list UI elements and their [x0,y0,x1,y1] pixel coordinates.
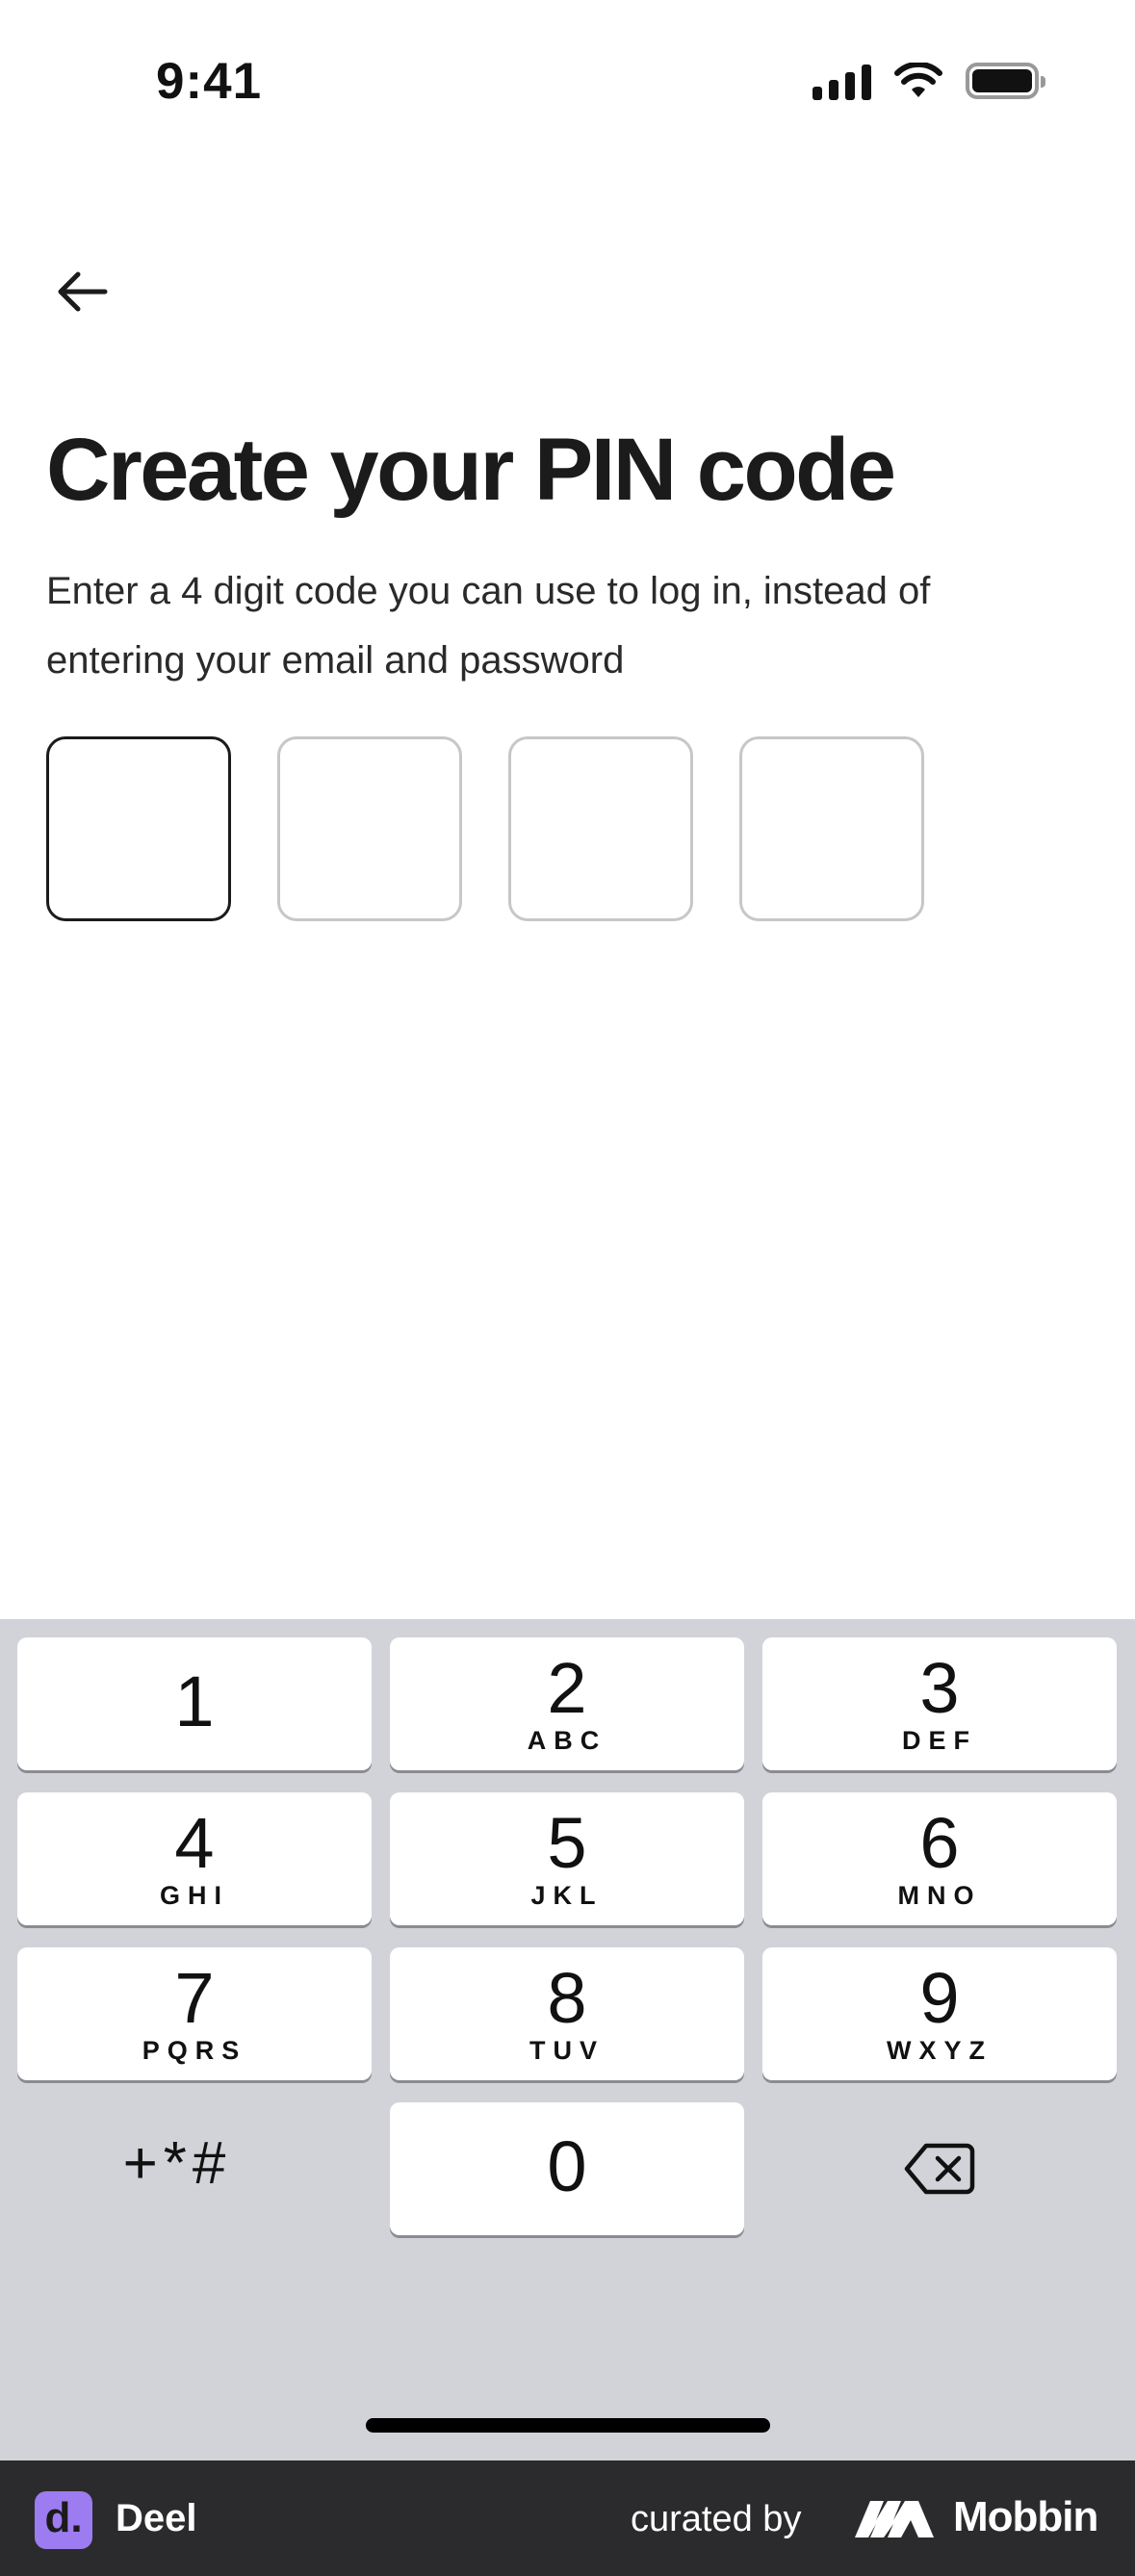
key-letters: MNO [897,1881,982,1910]
key-digit: 5 [547,1803,587,1883]
numeric-keypad: 1 2 ABC 3 DEF 4 GHI 5 JKL 6 MNO 7 PQRS 8… [0,1619,1135,2460]
key-digit: 1 [174,1662,215,1741]
wifi-icon [894,63,942,97]
key-1[interactable]: 1 [17,1637,372,1770]
key-symbols[interactable]: +*# [0,2102,354,2235]
pin-digit-1[interactable] [46,736,231,921]
key-5[interactable]: 5 JKL [390,1792,744,1925]
pin-digit-2[interactable] [277,736,462,921]
key-letters: PQRS [142,2036,247,2065]
key-letters: GHI [159,1881,229,1910]
key-8[interactable]: 8 TUV [390,1947,744,2080]
curated-by-label: curated by [631,2499,802,2539]
footer-bar: d. Deel curated by Mobbin [0,2460,1135,2576]
battery-icon [966,63,1045,99]
key-letters: JKL [530,1881,604,1910]
key-digit: 7 [174,1958,215,2038]
page-title: Create your PIN code [46,421,896,519]
home-indicator [366,2418,770,2433]
symbols-label: +*# [122,2130,232,2197]
key-letters: WXYZ [887,2036,993,2065]
key-digit: 9 [919,1958,960,2038]
key-9[interactable]: 9 WXYZ [762,1947,1117,2080]
page-description: Enter a 4 digit code you can use to log … [46,570,931,682]
pin-digit-3[interactable] [508,736,693,921]
key-6[interactable]: 6 MNO [762,1792,1117,1925]
key-3[interactable]: 3 DEF [762,1637,1117,1770]
key-0[interactable]: 0 [390,2102,744,2235]
key-digit: 4 [174,1803,215,1883]
key-2[interactable]: 2 ABC [390,1637,744,1770]
pin-code-input [46,736,924,921]
key-digit: 2 [547,1648,587,1728]
key-digit: 6 [919,1803,960,1883]
status-bar: 9:41 [0,0,1135,144]
key-letters: DEF [902,1726,977,1755]
deel-logo-icon: d. [35,2491,92,2549]
app-name: Deel [116,2497,197,2539]
key-digit: 8 [547,1958,587,2038]
cellular-signal-icon [813,62,871,100]
arrow-left-icon [58,271,108,312]
key-4[interactable]: 4 GHI [17,1792,372,1925]
pin-setup-screen: 9:41 Create your PIN code Enter a 4 digi… [0,0,1135,2576]
key-letters: ABC [527,1726,607,1755]
status-time: 9:41 [156,53,263,110]
key-7[interactable]: 7 PQRS [17,1947,372,2080]
key-letters: TUV [529,2036,605,2065]
key-digit: 3 [919,1648,960,1728]
mobbin-brand: Mobbin [953,2493,1098,2540]
key-digit: 0 [547,2126,587,2206]
back-button[interactable] [39,248,125,335]
status-icons [813,62,1045,100]
delete-key[interactable] [762,2102,1117,2235]
backspace-icon [904,2143,975,2195]
mobbin-logo-icon [855,2501,934,2537]
pin-digit-4[interactable] [739,736,924,921]
